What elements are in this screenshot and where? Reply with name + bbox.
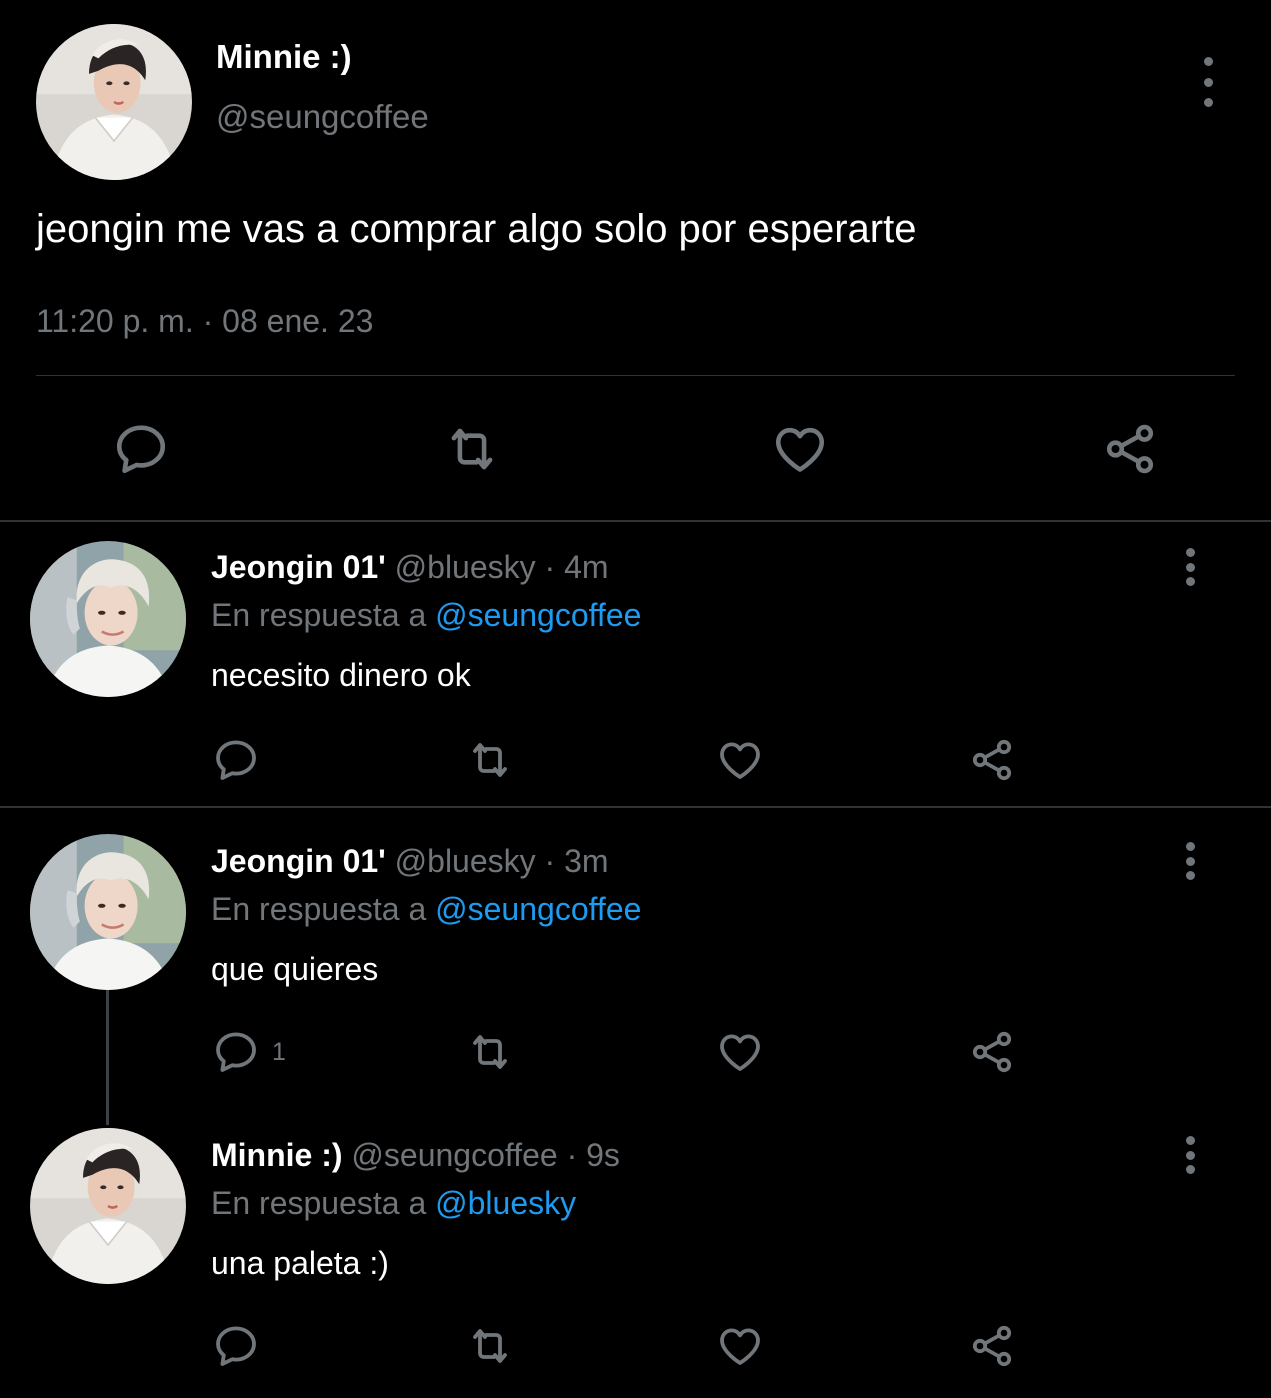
- reply-to-line: En respuesta a @seungcoffee: [211, 891, 641, 928]
- divider: [0, 806, 1271, 808]
- reply-to-line: En respuesta a @seungcoffee: [211, 597, 641, 634]
- reply-text: una paleta :): [211, 1245, 389, 1281]
- reply-to-mention[interactable]: @bluesky: [435, 1185, 576, 1221]
- divider: [0, 520, 1271, 522]
- reply-count: 1: [272, 1038, 286, 1066]
- main-author-handle[interactable]: @seungcoffee: [216, 98, 429, 136]
- like-icon[interactable]: [771, 420, 829, 478]
- reply-time: · 9s: [566, 1137, 620, 1173]
- reply-prefix: En respuesta a: [211, 891, 427, 927]
- retweet-icon[interactable]: [463, 1322, 517, 1370]
- reply-author-avatar[interactable]: [30, 834, 186, 990]
- reply-author-name[interactable]: Jeongin 01': [211, 843, 386, 879]
- share-icon[interactable]: [967, 1322, 1017, 1370]
- retweet-icon[interactable]: [440, 420, 504, 478]
- reply-to-line: En respuesta a @bluesky: [211, 1185, 576, 1222]
- share-icon[interactable]: [967, 1028, 1017, 1076]
- like-icon[interactable]: [716, 736, 764, 784]
- reply-header: Jeongin 01' @bluesky · 4m: [211, 549, 609, 586]
- reply-author-avatar[interactable]: [30, 1128, 186, 1284]
- retweet-icon[interactable]: [463, 736, 517, 784]
- reply-icon[interactable]: [212, 736, 260, 784]
- reply-author-name[interactable]: Jeongin 01': [211, 549, 386, 585]
- share-icon[interactable]: [1100, 420, 1160, 478]
- reply-text: necesito dinero ok: [211, 657, 471, 693]
- reply-header: Jeongin 01' @bluesky · 3m: [211, 843, 609, 880]
- reply-to-mention[interactable]: @seungcoffee: [435, 597, 641, 633]
- more-options-icon[interactable]: [1175, 548, 1205, 586]
- reply-header: Minnie :) @seungcoffee · 9s: [211, 1137, 620, 1174]
- reply-time: · 3m: [544, 843, 609, 879]
- reply-text: que quieres: [211, 951, 379, 987]
- main-author-name[interactable]: Minnie :): [216, 38, 352, 76]
- reply-icon[interactable]: [112, 420, 170, 478]
- thread-connector: [106, 990, 109, 1125]
- reply-icon[interactable]: [212, 1028, 260, 1076]
- share-icon[interactable]: [967, 736, 1017, 784]
- more-options-icon[interactable]: [1175, 842, 1205, 880]
- reply-time: · 4m: [544, 549, 609, 585]
- main-tweet-timestamp: 11:20 p. m. · 08 ene. 23: [36, 303, 374, 339]
- main-author-avatar[interactable]: [36, 24, 192, 180]
- more-options-icon[interactable]: [1193, 57, 1223, 107]
- reply-icon[interactable]: [212, 1322, 260, 1370]
- more-options-icon[interactable]: [1175, 1136, 1205, 1174]
- reply-prefix: En respuesta a: [211, 1185, 427, 1221]
- main-tweet-text: jeongin me vas a comprar algo solo por e…: [36, 207, 917, 251]
- like-icon[interactable]: [716, 1322, 764, 1370]
- divider: [36, 375, 1235, 376]
- reply-author-handle[interactable]: @seungcoffee: [351, 1137, 557, 1173]
- reply-to-mention[interactable]: @seungcoffee: [435, 891, 641, 927]
- reply-author-handle[interactable]: @bluesky: [395, 549, 536, 585]
- like-icon[interactable]: [716, 1028, 764, 1076]
- retweet-icon[interactable]: [463, 1028, 517, 1076]
- reply-author-name[interactable]: Minnie :): [211, 1137, 343, 1173]
- reply-author-handle[interactable]: @bluesky: [395, 843, 536, 879]
- reply-prefix: En respuesta a: [211, 597, 427, 633]
- reply-author-avatar[interactable]: [30, 541, 186, 697]
